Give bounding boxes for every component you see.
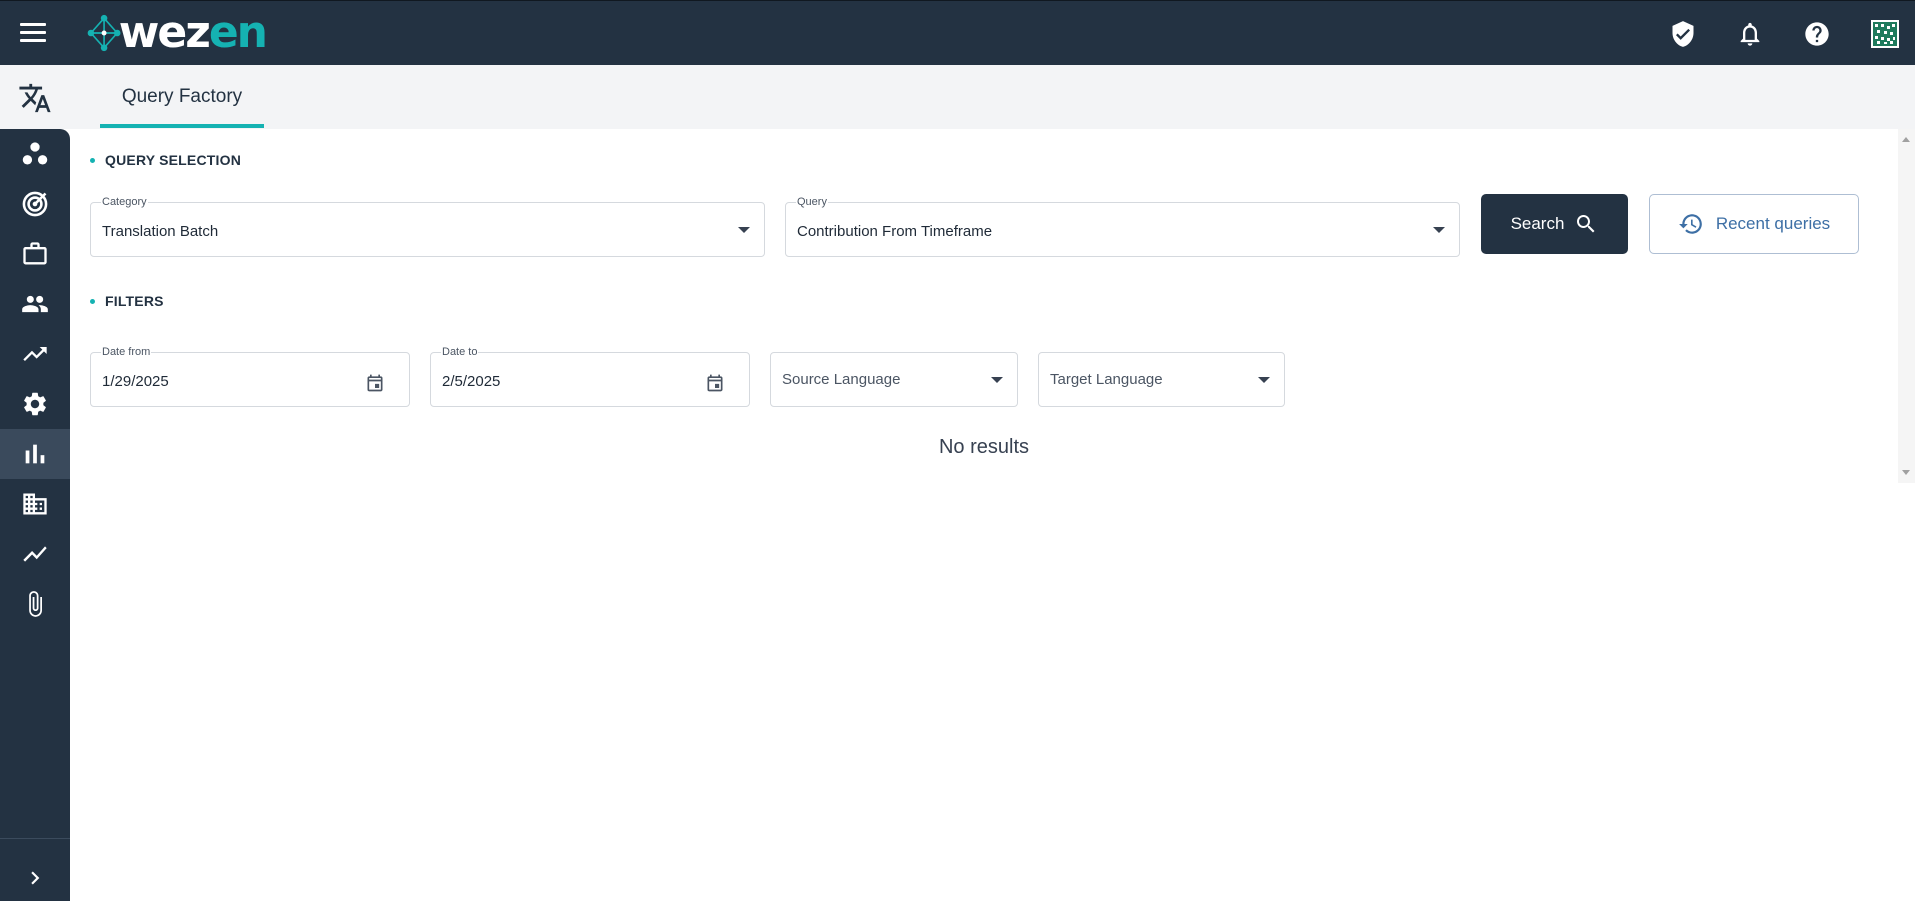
scroll-down-arrow[interactable] <box>1902 470 1910 475</box>
vertical-scrollbar[interactable] <box>1898 129 1915 483</box>
recent-queries-button[interactable]: Recent queries <box>1649 194 1859 254</box>
sidebar-divider <box>0 838 70 839</box>
people-icon <box>22 295 48 313</box>
section-bullet <box>90 298 95 304</box>
no-results-message: No results <box>938 436 1030 458</box>
active-tab-indicator <box>100 124 264 128</box>
help-icon[interactable] <box>1800 17 1834 51</box>
search-button-label: Search <box>1510 214 1565 233</box>
sidebar-item-projects[interactable] <box>0 229 70 279</box>
building-icon <box>23 493 47 515</box>
sub-header: Query Factory <box>0 65 1915 129</box>
chevron-right-icon <box>31 871 40 885</box>
scroll-up-arrow[interactable] <box>1902 137 1910 142</box>
target-icon <box>22 191 48 217</box>
source-language-placeholder: Source Language <box>782 371 901 388</box>
category-value: Translation Batch <box>102 223 219 240</box>
three-dots-icon <box>22 142 48 165</box>
target-language-select[interactable]: Target Language <box>1038 352 1285 407</box>
top-header: wezen <box>0 0 1915 65</box>
filters-heading: FILTERS <box>90 293 164 309</box>
date-from-field[interactable]: Date from 1/29/2025 <box>90 344 410 407</box>
date-to-label: Date to <box>441 344 479 360</box>
sidebar-item-companies[interactable] <box>0 479 70 529</box>
calendar-icon[interactable] <box>705 373 725 393</box>
translate-icon[interactable] <box>18 81 52 115</box>
line-chart-icon <box>23 546 47 562</box>
query-label: Query <box>796 194 828 210</box>
chevron-down-icon <box>991 376 1003 383</box>
menu-icon[interactable] <box>20 23 46 45</box>
category-label: Category <box>101 194 148 210</box>
target-language-placeholder: Target Language <box>1050 371 1163 388</box>
chevron-down-icon <box>1433 226 1445 233</box>
bell-icon[interactable] <box>1733 17 1767 51</box>
category-select[interactable]: Category Translation Batch <box>90 194 765 257</box>
gear-icon <box>24 392 46 416</box>
chevron-down-icon <box>1258 376 1270 383</box>
sidebar <box>0 129 70 901</box>
brand-logo[interactable]: wezen <box>86 7 268 58</box>
chevron-down-icon <box>738 226 750 233</box>
trending-up-icon <box>23 347 47 361</box>
sidebar-item-analytics[interactable] <box>0 529 70 579</box>
date-to-field[interactable]: Date to 2/5/2025 <box>430 344 750 407</box>
source-language-select[interactable]: Source Language <box>770 352 1018 407</box>
brand-name: wezen <box>118 7 268 58</box>
history-icon <box>1678 214 1702 234</box>
sidebar-item-attachments[interactable] <box>0 579 70 629</box>
expand-sidebar-button[interactable] <box>22 865 48 891</box>
date-to-value: 2/5/2025 <box>442 373 501 390</box>
sidebar-item-reports[interactable] <box>0 429 70 479</box>
search-button[interactable]: Search <box>1481 194 1628 254</box>
recent-queries-label: Recent queries <box>1715 214 1831 233</box>
briefcase-icon <box>23 242 47 265</box>
date-from-value: 1/29/2025 <box>102 373 169 390</box>
qr-code-icon[interactable] <box>1868 17 1902 51</box>
query-select[interactable]: Query Contribution From Timeframe <box>785 194 1460 257</box>
tab-query-factory[interactable]: Query Factory <box>100 65 264 129</box>
query-value: Contribution From Timeframe <box>797 223 993 240</box>
sidebar-item-targets[interactable] <box>0 179 70 229</box>
bar-chart-icon <box>25 444 45 464</box>
calendar-icon[interactable] <box>365 373 385 393</box>
sidebar-item-settings[interactable] <box>0 379 70 429</box>
sidebar-item-trends[interactable] <box>0 329 70 379</box>
section-bullet <box>90 157 95 163</box>
search-icon <box>1577 215 1595 233</box>
shield-check-icon[interactable] <box>1666 17 1700 51</box>
date-from-label: Date from <box>101 344 152 360</box>
paperclip-icon <box>29 591 42 617</box>
sidebar-item-users[interactable] <box>0 279 70 329</box>
query-selection-heading: QUERY SELECTION <box>90 152 241 168</box>
sidebar-item-dashboard[interactable] <box>0 129 70 179</box>
